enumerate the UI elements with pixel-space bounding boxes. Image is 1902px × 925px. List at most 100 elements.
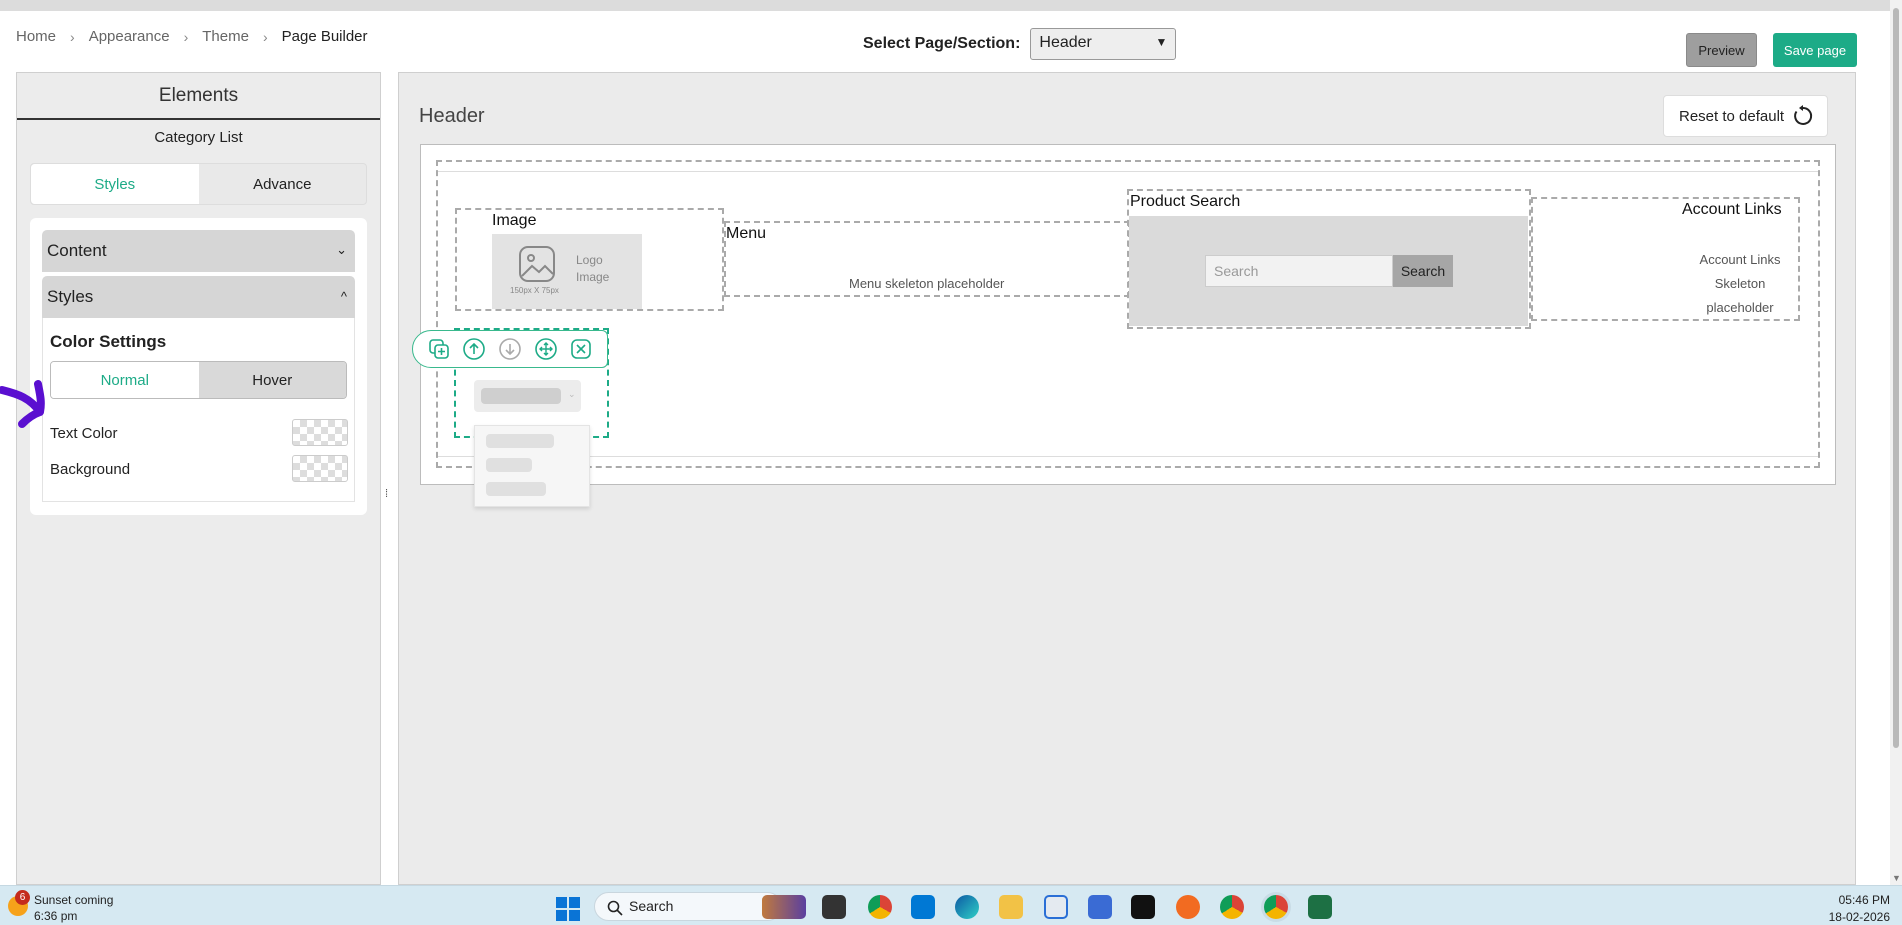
skeleton-bar	[481, 388, 561, 404]
scroll-down-arrow-icon[interactable]: ▼	[1892, 873, 1901, 883]
widget-image-icon[interactable]	[762, 895, 806, 919]
background-label: Background	[50, 461, 131, 478]
weather-time: 6:36 pm	[34, 909, 78, 923]
taskbar-search-label: Search	[629, 898, 674, 914]
row-guide-line	[438, 456, 1818, 457]
chevron-down-icon: ⌄	[336, 242, 347, 257]
page-scrollbar[interactable]: ▼	[1890, 0, 1902, 885]
remove-icon[interactable]	[569, 337, 593, 361]
save-page-button[interactable]: Save page	[1773, 33, 1857, 67]
logo-dimensions: 150px X 75px	[510, 286, 559, 295]
reset-to-default-button[interactable]: Reset to default	[1663, 95, 1828, 137]
page-section-select-group: Select Page/Section: Header ▼	[863, 28, 1177, 60]
logo-text: Logo Image	[576, 253, 610, 284]
content-accordion[interactable]: Content ⌄	[42, 230, 355, 272]
weather-widget[interactable]: 6 Sunset coming 6:36 pm	[8, 890, 114, 924]
account-links-text-1: Account Links	[1699, 252, 1781, 267]
state-toggle: Normal Hover	[50, 361, 347, 399]
color-settings-title: Color Settings	[50, 332, 167, 351]
page-section-value: Header	[1039, 34, 1092, 51]
account-links-text-2: Skeleton	[1714, 276, 1766, 291]
panel-tabs: Styles Advance	[30, 163, 367, 205]
weather-title: Sunset coming	[34, 893, 114, 907]
skeleton-bar	[486, 482, 546, 496]
move-down-icon[interactable]	[498, 337, 522, 361]
tab-styles[interactable]: Styles	[31, 164, 199, 204]
system-clock[interactable]: 05:46 PM 18-02-2026	[1829, 892, 1890, 925]
text-color-swatch[interactable]	[292, 419, 348, 446]
page-section-label: Select Page/Section:	[863, 35, 1021, 52]
excel-icon[interactable]	[1308, 895, 1332, 919]
vscode-icon[interactable]	[911, 895, 935, 919]
styles-accordion[interactable]: Styles ^	[42, 276, 355, 318]
image-block-label: Image	[492, 212, 537, 229]
account-links-label: Account Links	[1682, 201, 1782, 218]
menu-placeholder-text: Menu skeleton placeholder	[849, 276, 1005, 291]
state-hover-tab[interactable]: Hover	[198, 362, 346, 398]
element-toolbar	[412, 330, 608, 368]
chrome-profile-icon[interactable]	[1220, 895, 1244, 919]
breadcrumb-home[interactable]: Home	[16, 28, 56, 45]
app-icon[interactable]	[1131, 895, 1155, 919]
annotation-arrow-icon	[0, 380, 45, 428]
background-color-swatch[interactable]	[292, 455, 348, 482]
chevron-down-icon: ▼	[1155, 35, 1168, 49]
content-accordion-label: Content	[47, 241, 107, 260]
image-placeholder-icon	[519, 246, 555, 282]
browser-top-strip	[0, 0, 1890, 11]
reset-icon	[1794, 105, 1813, 125]
canvas-section-title: Header	[419, 105, 485, 127]
notepad-icon[interactable]	[1088, 895, 1112, 919]
reset-label: Reset to default	[1679, 107, 1785, 125]
chrome-active-icon[interactable]	[1264, 895, 1288, 919]
move-up-icon[interactable]	[462, 337, 486, 361]
skeleton-bar	[486, 434, 554, 448]
windows-start-icon[interactable]	[556, 897, 580, 921]
skeleton-bar	[486, 458, 532, 472]
menu-block-label: Menu	[726, 225, 767, 242]
search-button[interactable]: Search	[1393, 255, 1453, 287]
edge-icon[interactable]	[955, 895, 979, 919]
clock-date: 18-02-2026	[1828, 910, 1890, 924]
elements-title: Elements	[158, 85, 239, 106]
state-normal-tab[interactable]: Normal	[51, 362, 199, 398]
styles-accordion-label: Styles	[47, 287, 94, 306]
chevron-down-icon: ⌄	[568, 389, 576, 399]
divider	[17, 118, 380, 120]
postman-icon[interactable]	[1176, 895, 1200, 919]
page-section-select[interactable]: Header ▼	[1030, 28, 1177, 60]
text-color-label: Text Color	[50, 425, 118, 442]
search-input[interactable]: Search	[1205, 255, 1393, 287]
account-links-text-3: placeholder	[1706, 300, 1774, 315]
scrollbar-thumb[interactable]	[1893, 8, 1899, 748]
styles-card: Content ⌄ Styles ^ Color Settings Normal…	[30, 218, 367, 515]
preview-button[interactable]: Preview	[1686, 33, 1757, 67]
chrome-icon[interactable]	[868, 895, 892, 919]
row-guide-line	[438, 171, 1818, 172]
drag-move-icon[interactable]	[534, 337, 558, 361]
element-name: Category List	[154, 129, 243, 146]
breadcrumb-theme[interactable]: Theme	[202, 28, 249, 45]
duplicate-icon[interactable]	[427, 337, 451, 361]
search-icon	[607, 900, 623, 916]
breadcrumb-appearance[interactable]: Appearance	[89, 28, 170, 45]
taskbar-search[interactable]: Search	[594, 892, 782, 921]
task-view-icon[interactable]	[822, 895, 846, 919]
chevron-right-icon: ›	[183, 28, 189, 45]
breadcrumb: Home › Appearance › Theme › Page Builder	[16, 28, 368, 45]
product-search-label: Product Search	[1130, 193, 1241, 210]
logo-placeholder[interactable]: Logo Image 150px X 75px	[492, 234, 642, 309]
panel-resize-handle-icon[interactable]: ⁞	[385, 488, 388, 500]
chevron-right-icon: ›	[70, 28, 75, 45]
elements-panel: Elements Category List Styles Advance Co…	[16, 72, 381, 885]
chevron-up-icon: ^	[340, 289, 347, 304]
clock-time: 05:46 PM	[1838, 893, 1890, 907]
file-explorer-icon[interactable]	[999, 895, 1023, 919]
tab-advance[interactable]: Advance	[199, 164, 367, 204]
styles-accordion-body: Color Settings Normal Hover Text Color B…	[42, 318, 355, 502]
breadcrumb-current: Page Builder	[281, 28, 368, 45]
notification-badge: 6	[15, 890, 30, 905]
snipping-tool-icon[interactable]	[1044, 895, 1068, 919]
windows-taskbar: 6 Sunset coming 6:36 pm Search 05:46 PM …	[0, 885, 1902, 925]
chevron-right-icon: ›	[262, 28, 268, 45]
